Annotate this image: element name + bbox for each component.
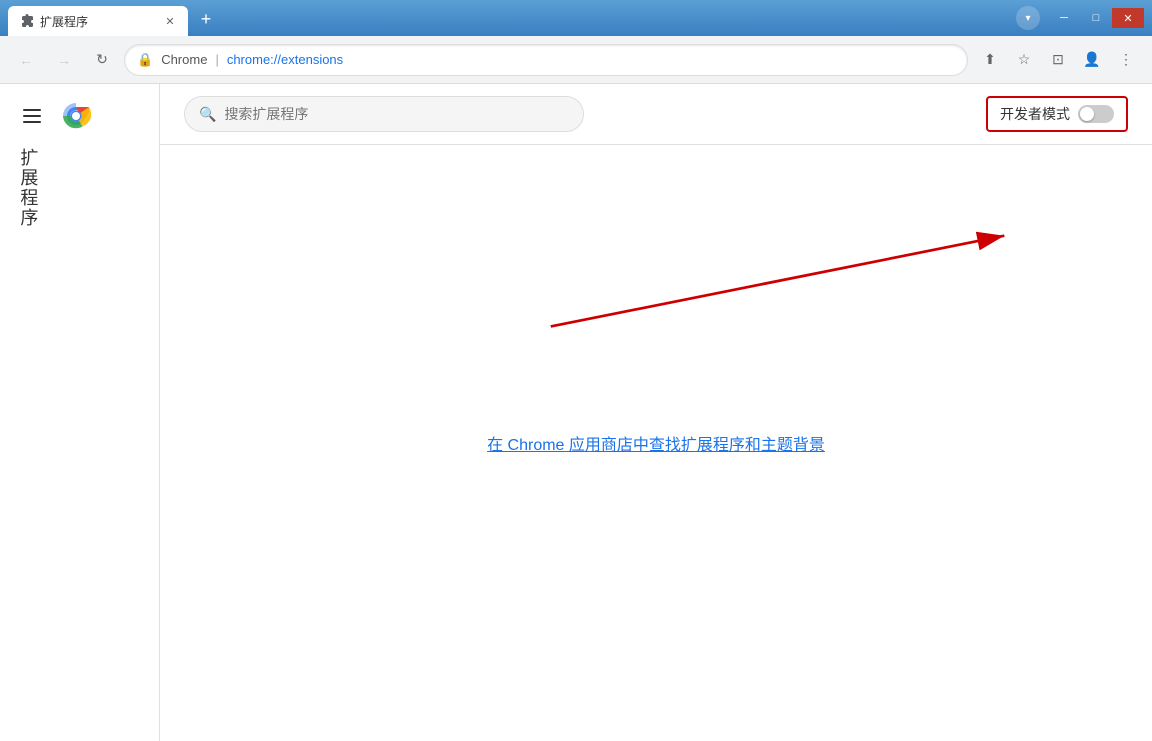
content-area: 🔍 开发者模式 在 Chrome 应用商店中查找扩展程序和主题背景: [160, 84, 1152, 741]
minimize-button[interactable]: ─: [1048, 8, 1080, 28]
dev-mode-container: 开发者模式: [986, 96, 1128, 132]
title-bar: 扩展程序 ✕ + ▾ ─ □ ✕: [0, 0, 1152, 36]
hamburger-line-2: [23, 115, 41, 117]
sidebar-title: 扩展程序: [16, 148, 39, 228]
forward-button[interactable]: →: [48, 44, 80, 76]
maximize-button[interactable]: □: [1080, 8, 1112, 28]
hamburger-menu-button[interactable]: [16, 100, 48, 132]
address-bar[interactable]: 🔒 Chrome | chrome://extensions: [124, 44, 968, 76]
dev-mode-label: 开发者模式: [1000, 104, 1070, 124]
nav-actions: ⬆ ☆ ⊡ 👤 ⋮: [974, 44, 1142, 76]
tab-title-label: 扩展程序: [40, 13, 156, 30]
close-button[interactable]: ✕: [1112, 8, 1144, 28]
more-options-button[interactable]: ⋮: [1110, 44, 1142, 76]
search-input[interactable]: [224, 106, 569, 122]
tab-close-button[interactable]: ✕: [162, 13, 178, 29]
main-layout: 扩展程序 🔍 开发者模式 在 Chrome 应用商店中查找扩展程序和主题背景: [0, 84, 1152, 741]
tab-dropdown-button[interactable]: ▾: [1016, 6, 1040, 30]
refresh-button[interactable]: ↻: [86, 44, 118, 76]
new-tab-button[interactable]: +: [192, 5, 220, 33]
extensions-favicon: [18, 13, 34, 29]
navigation-bar: ← → ↻ 🔒 Chrome | chrome://extensions ⬆ ☆…: [0, 36, 1152, 84]
active-tab[interactable]: 扩展程序 ✕: [8, 6, 188, 36]
search-icon: 🔍: [199, 106, 216, 123]
search-box[interactable]: 🔍: [184, 96, 584, 132]
back-button[interactable]: ←: [10, 44, 42, 76]
chrome-logo-icon: [60, 100, 92, 132]
address-chrome-label: Chrome: [161, 52, 207, 67]
dev-mode-toggle[interactable]: [1078, 105, 1114, 123]
hamburger-line-1: [23, 109, 41, 111]
tablet-mode-button[interactable]: ⊡: [1042, 44, 1074, 76]
address-separator: |: [215, 52, 218, 67]
bookmark-button[interactable]: ☆: [1008, 44, 1040, 76]
address-url-text: chrome://extensions: [227, 52, 343, 67]
address-security-icon: 🔒: [137, 52, 153, 68]
content-toolbar: 🔍 开发者模式: [160, 84, 1152, 145]
user-account-button[interactable]: 👤: [1076, 44, 1108, 76]
toggle-knob: [1080, 107, 1094, 121]
sidebar: 扩展程序: [0, 84, 160, 741]
content-body: 在 Chrome 应用商店中查找扩展程序和主题背景: [160, 145, 1152, 741]
share-button[interactable]: ⬆: [974, 44, 1006, 76]
hamburger-line-3: [23, 121, 41, 123]
sidebar-header: [0, 100, 108, 132]
chrome-store-link[interactable]: 在 Chrome 应用商店中查找扩展程序和主题背景: [487, 431, 825, 455]
